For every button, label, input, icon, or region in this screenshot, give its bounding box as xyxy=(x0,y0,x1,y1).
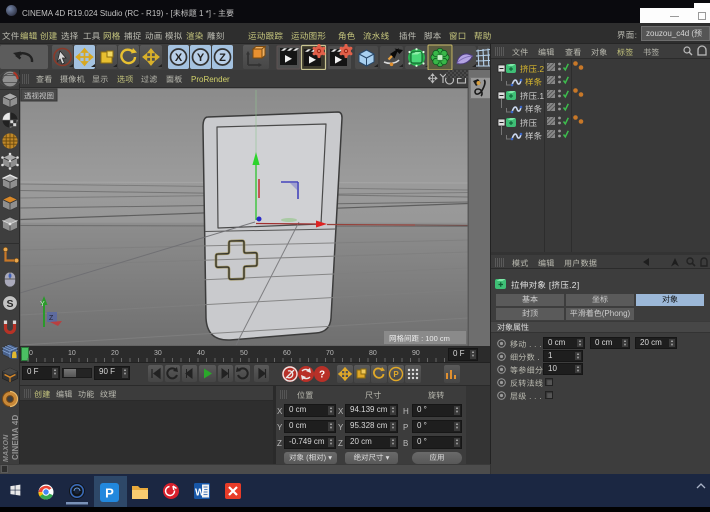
svg-text:Y: Y xyxy=(197,52,205,64)
svg-text:挤压.2: 挤压.2 xyxy=(520,63,544,75)
svg-text:透视视图: 透视视图 xyxy=(24,91,54,102)
svg-text:样条: 样条 xyxy=(525,103,543,115)
svg-text:80: 80 xyxy=(369,350,377,357)
svg-text:40: 40 xyxy=(197,350,205,357)
svg-text:MAXON: MAXON xyxy=(3,434,10,462)
svg-text:?: ? xyxy=(319,370,325,381)
svg-text:30: 30 xyxy=(154,350,162,357)
svg-text:Z: Z xyxy=(49,315,54,322)
svg-text:60: 60 xyxy=(283,350,291,357)
svg-text:70: 70 xyxy=(326,350,334,357)
svg-text:20: 20 xyxy=(111,350,119,357)
svg-text:CINEMA 4D: CINEMA 4D xyxy=(11,414,20,460)
svg-text:X: X xyxy=(175,52,183,64)
svg-text:0: 0 xyxy=(29,350,33,357)
svg-text:挤压: 挤压 xyxy=(520,117,538,129)
svg-text:挤压.1: 挤压.1 xyxy=(520,90,544,102)
svg-text:网格间距 : 100 cm: 网格间距 : 100 cm xyxy=(389,333,450,344)
svg-text:样条: 样条 xyxy=(525,76,543,88)
svg-text:Z: Z xyxy=(219,52,226,64)
svg-text:样条: 样条 xyxy=(525,130,543,142)
svg-text:50: 50 xyxy=(240,350,248,357)
svg-text:W: W xyxy=(195,488,205,499)
svg-text:P: P xyxy=(393,370,399,379)
svg-text:10: 10 xyxy=(68,350,76,357)
svg-text:S: S xyxy=(6,298,13,310)
svg-text:Y: Y xyxy=(40,301,45,308)
svg-text:P: P xyxy=(105,486,114,501)
svg-text:90: 90 xyxy=(412,350,420,357)
